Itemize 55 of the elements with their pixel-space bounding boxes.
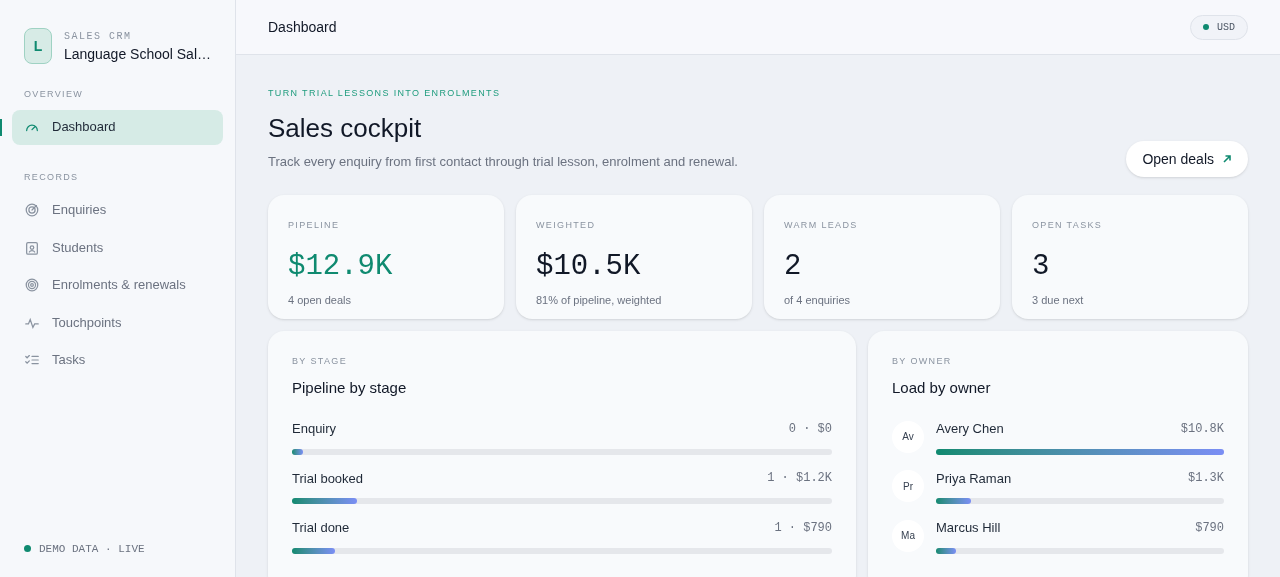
hero-eyebrow: TURN TRIAL LESSONS INTO ENROLMENTS bbox=[268, 87, 502, 100]
panel-title: Pipeline by stage bbox=[292, 377, 408, 398]
stat-note: 81% of pipeline, weighted bbox=[536, 293, 663, 308]
nav-section-title: OVERVIEW bbox=[23, 88, 85, 101]
stage-reading: 1 · $790 bbox=[774, 519, 832, 537]
owner-name: Priya Raman bbox=[936, 469, 1012, 488]
hero-subtitle: Track every enquiry from first contact through trial lesson, enrolment and renewal. bbox=[268, 152, 738, 171]
stage-label: Trial done bbox=[292, 519, 350, 537]
owner-avatar: Av bbox=[892, 420, 924, 453]
nav-item[interactable]: Enquiries bbox=[12, 192, 223, 228]
owner-name: Marcus Hill bbox=[936, 519, 1001, 537]
brand-eyebrow: SALES CRM bbox=[63, 29, 133, 44]
owner-avatar: Ma bbox=[892, 519, 924, 552]
stat-value: 2 bbox=[784, 248, 803, 285]
radar-icon bbox=[24, 202, 40, 218]
owner-avatar: Pr bbox=[892, 470, 924, 503]
brand-logo: L bbox=[24, 28, 52, 64]
stage-label: Trial booked bbox=[292, 469, 364, 488]
hero-title: Sales cockpit bbox=[268, 111, 423, 145]
stage-label: Enquiry bbox=[292, 420, 337, 438]
panel-eyebrow: BY STAGE bbox=[292, 355, 348, 368]
stat-value: $10.5K bbox=[536, 248, 642, 285]
owner-reading: $10.8K bbox=[1180, 420, 1224, 438]
stat-label: PIPELINE bbox=[288, 219, 341, 232]
currency-label: USD bbox=[1217, 20, 1235, 35]
open-deals-button[interactable]: Open deals bbox=[1126, 141, 1248, 177]
stat-note: of 4 enquiries bbox=[784, 293, 852, 308]
owner-reading: $790 bbox=[1195, 519, 1224, 537]
nav-item[interactable]: Tasks bbox=[12, 342, 223, 378]
contact-card-icon bbox=[24, 239, 40, 256]
stat-value: $12.9K bbox=[288, 248, 394, 285]
demo-status: DEMO DATA · LIVE bbox=[39, 541, 145, 557]
active-indicator bbox=[0, 118, 2, 136]
stat-label: WEIGHTED bbox=[536, 219, 597, 232]
brand-name: Language School Sal… bbox=[63, 44, 211, 64]
stat-note: 3 due next bbox=[1032, 293, 1085, 308]
panel-eyebrow: BY OWNER bbox=[892, 355, 953, 368]
page-title: Dashboard bbox=[268, 18, 337, 37]
stat-label: WARM LEADS bbox=[784, 219, 859, 232]
owner-name: Avery Chen bbox=[936, 420, 1004, 438]
currency-badge[interactable]: USD bbox=[1190, 14, 1248, 40]
nav-section-title: RECORDS bbox=[23, 171, 80, 184]
nav-item[interactable]: Enrolments & renewals bbox=[12, 267, 223, 303]
stage-reading: 1 · $1.2K bbox=[767, 470, 832, 488]
stat-value: 3 bbox=[1032, 248, 1051, 285]
nav-item[interactable]: Students bbox=[12, 230, 223, 265]
arrow-up-right-icon bbox=[1222, 154, 1232, 164]
nav-item[interactable]: Dashboard bbox=[12, 109, 223, 145]
nav-item[interactable]: Touchpoints bbox=[12, 305, 223, 340]
stat-note: 4 open deals bbox=[288, 293, 352, 308]
owner-reading: $1.3K bbox=[1188, 470, 1224, 488]
stage-reading: 0 · $0 bbox=[788, 420, 832, 438]
panel-title: Load by owner bbox=[892, 377, 992, 398]
target-icon bbox=[24, 277, 40, 293]
stat-label: OPEN TASKS bbox=[1032, 219, 1104, 232]
